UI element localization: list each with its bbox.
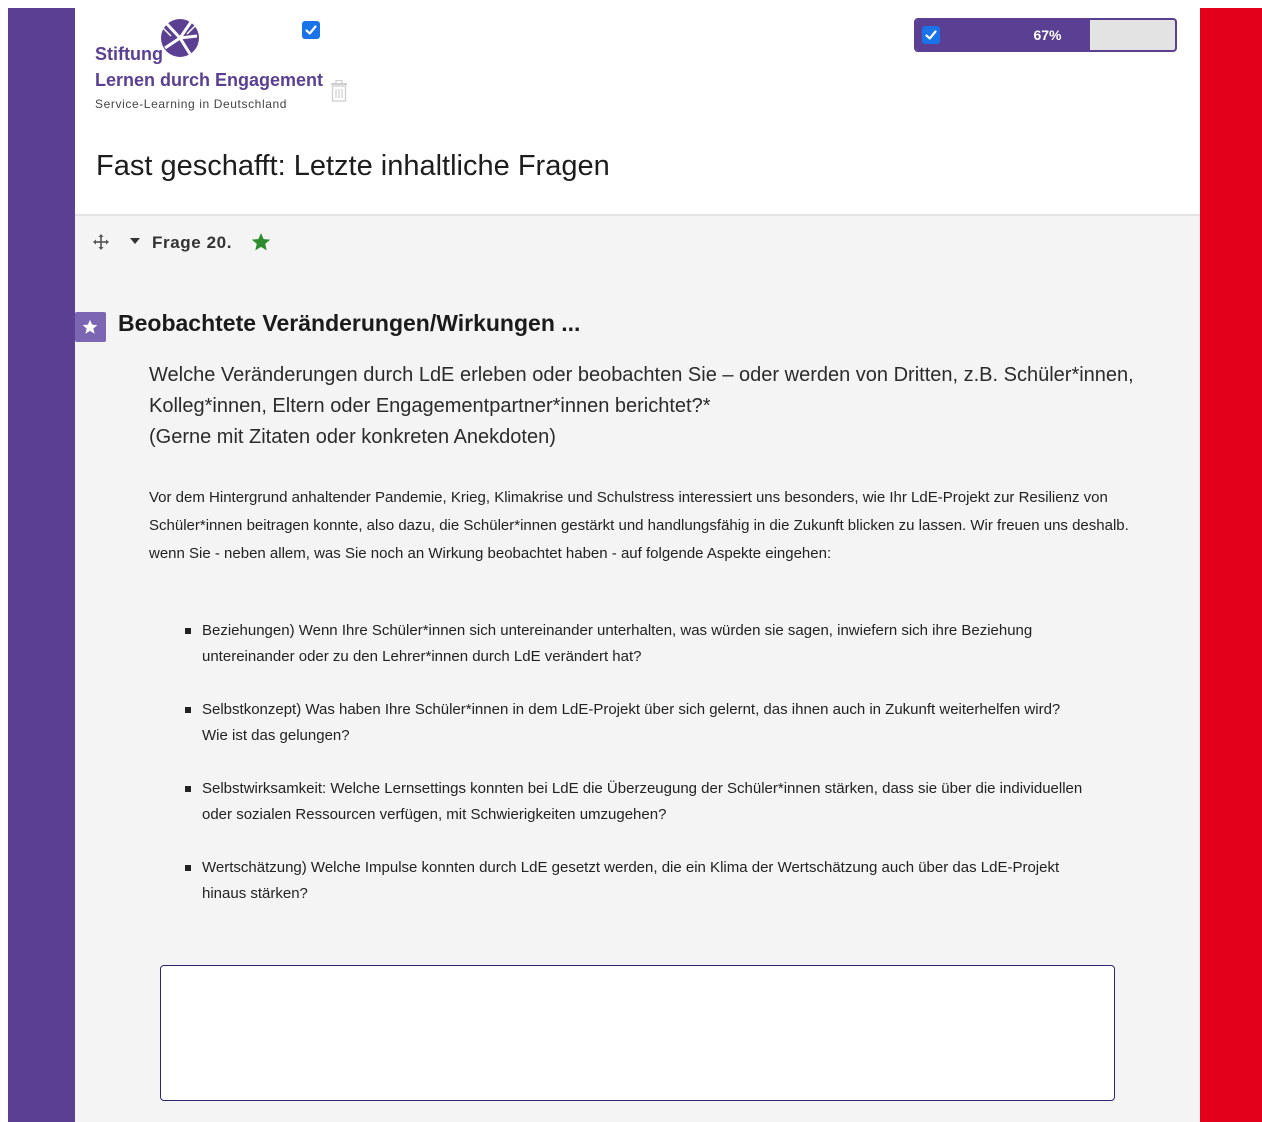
right-brand-bar xyxy=(1200,8,1262,1122)
left-brand-bar xyxy=(8,8,75,1122)
move-icon[interactable] xyxy=(93,234,109,250)
list-item: Selbstwirksamkeit: Welche Lernsettings k… xyxy=(183,776,1083,828)
page-header: Stiftung Lernen durch Engagement Service… xyxy=(75,8,1200,216)
list-item: Selbstkonzept) Was haben Ihre Schüler*in… xyxy=(183,697,1083,749)
question-number: Frage 20. xyxy=(152,233,233,252)
logo-checkbox[interactable] xyxy=(302,21,320,39)
question-description-line: Welche Veränderungen durch LdE erleben o… xyxy=(149,364,1134,417)
question-title: Beobachtete Veränderungen/Wirkungen ... xyxy=(118,310,581,336)
progress-bar: 67% xyxy=(914,18,1177,52)
logo-text-name: Lernen durch Engagement xyxy=(95,70,324,90)
logo-mark-icon xyxy=(161,19,199,57)
top-strip xyxy=(0,0,1262,8)
question-description: Welche Veränderungen durch LdE erleben o… xyxy=(149,360,1139,453)
star-icon[interactable] xyxy=(251,232,271,252)
question-description-line: (Gerne mit Zitaten oder konkreten Anekdo… xyxy=(149,426,556,448)
star-icon xyxy=(82,319,98,334)
question-body-text: Vor dem Hintergrund anhaltender Pandemie… xyxy=(149,489,1129,562)
survey-panel: Stiftung Lernen durch Engagement Service… xyxy=(75,8,1200,1122)
required-star-badge xyxy=(75,312,106,342)
progress-label: 67% xyxy=(1033,27,1062,43)
checkbox-icon xyxy=(305,25,317,35)
answer-textarea[interactable] xyxy=(160,965,1115,1101)
list-item: Wertschätzung) Welche Impulse konnten du… xyxy=(183,855,1083,907)
page-title: Fast geschafft: Letzte inhaltliche Frage… xyxy=(96,150,610,182)
aspect-list: Beziehungen) Wenn Ihre Schüler*innen sic… xyxy=(183,618,1083,934)
logo-text-stiftung: Stiftung xyxy=(95,44,163,64)
trash-icon[interactable] xyxy=(330,80,348,102)
caret-down-icon[interactable] xyxy=(129,236,141,246)
logo-tagline: Service-Learning in Deutschland xyxy=(95,97,288,111)
list-item: Beziehungen) Wenn Ihre Schüler*innen sic… xyxy=(183,618,1083,670)
